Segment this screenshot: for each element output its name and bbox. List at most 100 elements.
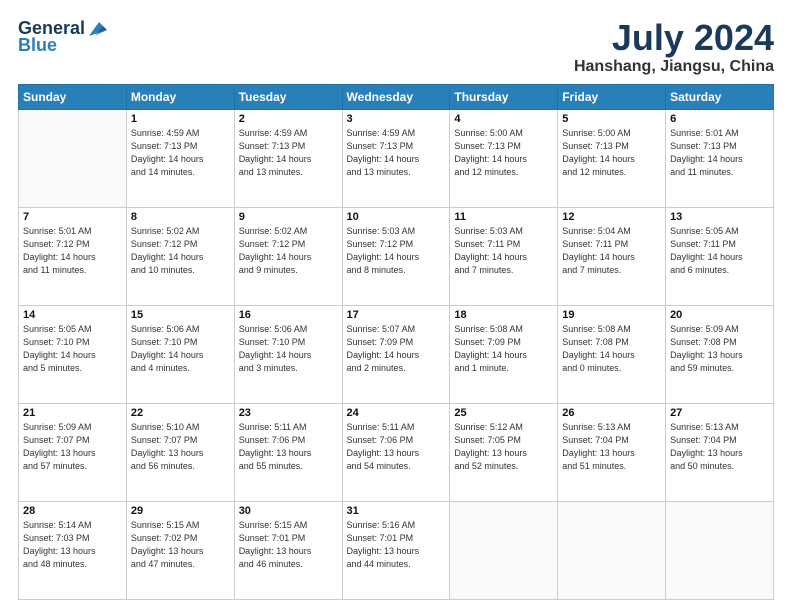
day-number: 22 — [131, 407, 230, 419]
day-info: Sunrise: 4:59 AM Sunset: 7:13 PM Dayligh… — [131, 127, 230, 179]
day-number: 11 — [454, 211, 553, 223]
day-info: Sunrise: 5:00 AM Sunset: 7:13 PM Dayligh… — [562, 127, 661, 179]
day-number: 9 — [239, 211, 338, 223]
calendar-cell: 28Sunrise: 5:14 AM Sunset: 7:03 PM Dayli… — [19, 501, 127, 599]
weekday-header: Wednesday — [342, 84, 450, 109]
calendar-cell: 10 Sunrise: 5:03 AM Sunset: 7:12 PM Dayli… — [342, 207, 450, 305]
calendar-week-row: 28Sunrise: 5:14 AM Sunset: 7:03 PM Dayli… — [19, 501, 774, 599]
title-block: July 2024 Hanshang, Jiangsu, China — [574, 18, 774, 76]
day-number: 17 — [347, 309, 446, 321]
day-info: Sunrise: 5:11 AM Sunset: 7:06 PM Dayligh… — [239, 421, 338, 473]
day-number: 27 — [670, 407, 769, 419]
day-number: 21 — [23, 407, 122, 419]
calendar-week-row: 21 Sunrise: 5:09 AM Sunset: 7:07 PM Dayli… — [19, 403, 774, 501]
weekday-header: Monday — [126, 84, 234, 109]
day-number: 1 — [131, 113, 230, 125]
day-info: Sunrise: 5:06 AM Sunset: 7:10 PM Dayligh… — [131, 323, 230, 375]
day-number: 18 — [454, 309, 553, 321]
day-info: Sunrise: 5:07 AM Sunset: 7:09 PM Dayligh… — [347, 323, 446, 375]
calendar-cell: 8 Sunrise: 5:02 AM Sunset: 7:12 PM Daylig… — [126, 207, 234, 305]
weekday-header: Thursday — [450, 84, 558, 109]
day-info: Sunrise: 4:59 AM Sunset: 7:13 PM Dayligh… — [239, 127, 338, 179]
day-info: Sunrise: 5:01 AM Sunset: 7:13 PM Dayligh… — [670, 127, 769, 179]
month-title: July 2024 — [574, 18, 774, 58]
day-number: 7 — [23, 211, 122, 223]
calendar-cell: 27 Sunrise: 5:13 AM Sunset: 7:04 PM Dayli… — [666, 403, 774, 501]
day-info: Sunrise: 5:02 AM Sunset: 7:12 PM Dayligh… — [131, 225, 230, 277]
day-info: Sunrise: 5:14 AM Sunset: 7:03 PM Dayligh… — [23, 519, 122, 571]
weekday-header: Saturday — [666, 84, 774, 109]
day-number: 20 — [670, 309, 769, 321]
calendar-cell: 25 Sunrise: 5:12 AM Sunset: 7:05 PM Dayli… — [450, 403, 558, 501]
calendar-cell: 29 Sunrise: 5:15 AM Sunset: 7:02 PM Dayli… — [126, 501, 234, 599]
day-info: Sunrise: 5:06 AM Sunset: 7:10 PM Dayligh… — [239, 323, 338, 375]
weekday-header: Tuesday — [234, 84, 342, 109]
calendar-table: SundayMondayTuesdayWednesdayThursdayFrid… — [18, 84, 774, 600]
day-number: 10 — [347, 211, 446, 223]
calendar-cell: 9Sunrise: 5:02 AM Sunset: 7:12 PM Daylig… — [234, 207, 342, 305]
logo-blue-text: Blue — [18, 35, 57, 56]
day-info: Sunrise: 5:11 AM Sunset: 7:06 PM Dayligh… — [347, 421, 446, 473]
day-number: 29 — [131, 505, 230, 517]
day-number: 31 — [347, 505, 446, 517]
day-number: 26 — [562, 407, 661, 419]
day-number: 5 — [562, 113, 661, 125]
day-info: Sunrise: 5:10 AM Sunset: 7:07 PM Dayligh… — [131, 421, 230, 473]
day-info: Sunrise: 5:00 AM Sunset: 7:13 PM Dayligh… — [454, 127, 553, 179]
day-number: 2 — [239, 113, 338, 125]
calendar-cell: 12 Sunrise: 5:04 AM Sunset: 7:11 PM Dayli… — [558, 207, 666, 305]
day-info: Sunrise: 5:13 AM Sunset: 7:04 PM Dayligh… — [562, 421, 661, 473]
calendar-week-row: 1 Sunrise: 4:59 AM Sunset: 7:13 PM Daylig… — [19, 109, 774, 207]
day-number: 8 — [131, 211, 230, 223]
day-number: 15 — [131, 309, 230, 321]
calendar-cell: 19Sunrise: 5:08 AM Sunset: 7:08 PM Dayli… — [558, 305, 666, 403]
day-info: Sunrise: 5:16 AM Sunset: 7:01 PM Dayligh… — [347, 519, 446, 571]
weekday-header-row: SundayMondayTuesdayWednesdayThursdayFrid… — [19, 84, 774, 109]
calendar-week-row: 14Sunrise: 5:05 AM Sunset: 7:10 PM Dayli… — [19, 305, 774, 403]
calendar-cell — [558, 501, 666, 599]
calendar-cell: 5 Sunrise: 5:00 AM Sunset: 7:13 PM Daylig… — [558, 109, 666, 207]
day-info: Sunrise: 5:09 AM Sunset: 7:07 PM Dayligh… — [23, 421, 122, 473]
day-info: Sunrise: 5:03 AM Sunset: 7:12 PM Dayligh… — [347, 225, 446, 277]
day-info: Sunrise: 5:03 AM Sunset: 7:11 PM Dayligh… — [454, 225, 553, 277]
logo: General Blue — [18, 18, 107, 56]
logo-icon — [85, 20, 107, 38]
day-info: Sunrise: 5:08 AM Sunset: 7:09 PM Dayligh… — [454, 323, 553, 375]
day-info: Sunrise: 5:15 AM Sunset: 7:01 PM Dayligh… — [239, 519, 338, 571]
calendar-cell: 7 Sunrise: 5:01 AM Sunset: 7:12 PM Daylig… — [19, 207, 127, 305]
calendar-cell: 26 Sunrise: 5:13 AM Sunset: 7:04 PM Dayli… — [558, 403, 666, 501]
day-info: Sunrise: 5:04 AM Sunset: 7:11 PM Dayligh… — [562, 225, 661, 277]
calendar-cell: 4 Sunrise: 5:00 AM Sunset: 7:13 PM Daylig… — [450, 109, 558, 207]
calendar-cell: 1 Sunrise: 4:59 AM Sunset: 7:13 PM Daylig… — [126, 109, 234, 207]
calendar-cell — [666, 501, 774, 599]
header: General Blue July 2024 Hanshang, Jiangsu… — [18, 18, 774, 76]
calendar-cell: 15 Sunrise: 5:06 AM Sunset: 7:10 PM Dayli… — [126, 305, 234, 403]
calendar-cell: 30 Sunrise: 5:15 AM Sunset: 7:01 PM Dayli… — [234, 501, 342, 599]
day-number: 12 — [562, 211, 661, 223]
day-number: 30 — [239, 505, 338, 517]
calendar-body: 1 Sunrise: 4:59 AM Sunset: 7:13 PM Daylig… — [19, 109, 774, 599]
calendar-cell — [19, 109, 127, 207]
day-info: Sunrise: 5:15 AM Sunset: 7:02 PM Dayligh… — [131, 519, 230, 571]
calendar-cell: 11 Sunrise: 5:03 AM Sunset: 7:11 PM Dayli… — [450, 207, 558, 305]
day-info: Sunrise: 5:08 AM Sunset: 7:08 PM Dayligh… — [562, 323, 661, 375]
calendar-cell — [450, 501, 558, 599]
day-info: Sunrise: 5:05 AM Sunset: 7:11 PM Dayligh… — [670, 225, 769, 277]
day-info: Sunrise: 5:12 AM Sunset: 7:05 PM Dayligh… — [454, 421, 553, 473]
calendar-cell: 23 Sunrise: 5:11 AM Sunset: 7:06 PM Dayli… — [234, 403, 342, 501]
page: General Blue July 2024 Hanshang, Jiangsu… — [0, 0, 792, 612]
day-number: 13 — [670, 211, 769, 223]
calendar-cell: 31 Sunrise: 5:16 AM Sunset: 7:01 PM Dayli… — [342, 501, 450, 599]
calendar-cell: 13 Sunrise: 5:05 AM Sunset: 7:11 PM Dayli… — [666, 207, 774, 305]
weekday-header: Friday — [558, 84, 666, 109]
day-number: 3 — [347, 113, 446, 125]
day-number: 23 — [239, 407, 338, 419]
day-number: 6 — [670, 113, 769, 125]
day-info: Sunrise: 5:13 AM Sunset: 7:04 PM Dayligh… — [670, 421, 769, 473]
day-info: Sunrise: 5:09 AM Sunset: 7:08 PM Dayligh… — [670, 323, 769, 375]
calendar-cell: 16Sunrise: 5:06 AM Sunset: 7:10 PM Dayli… — [234, 305, 342, 403]
day-info: Sunrise: 5:05 AM Sunset: 7:10 PM Dayligh… — [23, 323, 122, 375]
day-number: 25 — [454, 407, 553, 419]
day-number: 4 — [454, 113, 553, 125]
day-info: Sunrise: 5:01 AM Sunset: 7:12 PM Dayligh… — [23, 225, 122, 277]
